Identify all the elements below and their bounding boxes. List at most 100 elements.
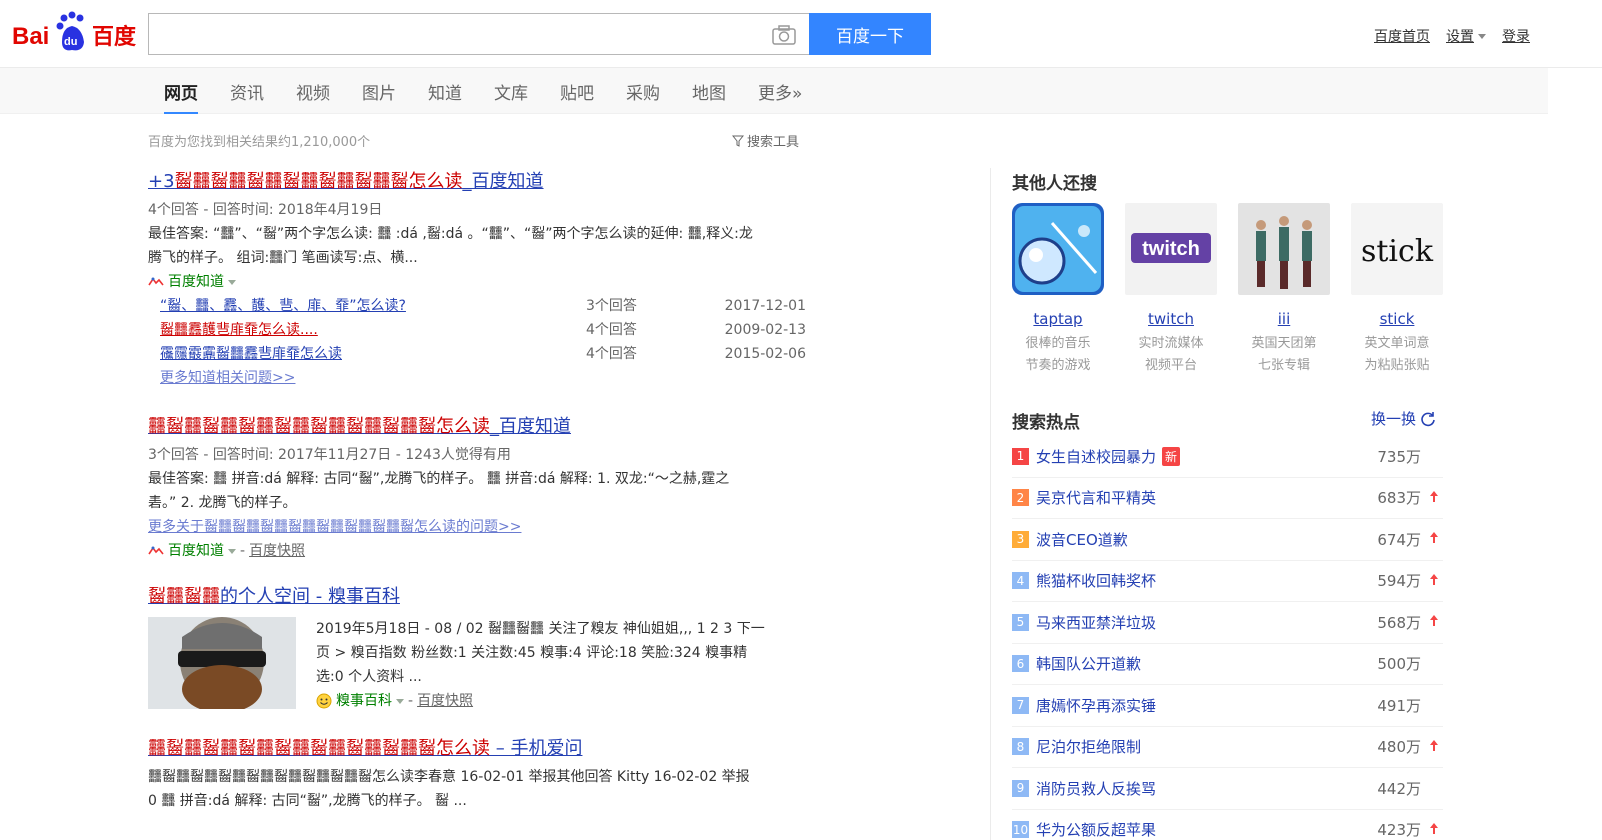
camera-icon[interactable] bbox=[772, 24, 796, 46]
result-title[interactable]: 䨻䶛䨻䶛䨻䶛䨻䶛䨻䶛䨻䶛䨻䶛䨻䶛怎么读_百度知道 bbox=[148, 415, 808, 439]
settings-label: 设置 bbox=[1446, 29, 1474, 45]
svg-text:Bai: Bai bbox=[12, 23, 49, 50]
tab-more[interactable]: 更多» bbox=[742, 68, 818, 114]
tab-map[interactable]: 地图 bbox=[676, 68, 742, 114]
refresh-icon bbox=[1421, 411, 1435, 426]
hot-item[interactable]: 2 吴京代言和平精英 683万 bbox=[1012, 478, 1443, 519]
tab-tieba[interactable]: 贴吧 bbox=[544, 68, 610, 114]
list-item: “䶛、䨻、䨺、䨼、䨽、䨾、䨿”怎么读? 3个回答 2017-12-01 bbox=[148, 294, 808, 318]
filter-icon bbox=[732, 135, 744, 147]
tab-bar: 网页 资讯 视频 图片 知道 文库 贴吧 采购 地图 更多» bbox=[0, 68, 1548, 114]
hot-item[interactable]: 5 马来西亚禁洋垃圾 568万 bbox=[1012, 602, 1443, 644]
sub-question-link[interactable]: “䶛、䨻、䨺、䨼、䨽、䨾、䨿”怎么读? bbox=[160, 294, 586, 318]
home-link[interactable]: 百度首页 bbox=[1374, 26, 1430, 46]
result-abstract: 最佳答案: 䨻 拼音:dá 解释: 古同“䶛”,龙腾飞的样子。 䨻 拼音:dá … bbox=[148, 471, 730, 511]
tab-purchase[interactable]: 采购 bbox=[610, 68, 676, 114]
search-tools-button[interactable]: 搜索工具 bbox=[732, 131, 799, 150]
hot-item-label[interactable]: 马来西亚禁洋垃圾 bbox=[1036, 612, 1156, 633]
rank-badge: 8 bbox=[1012, 738, 1029, 756]
source-link[interactable]: 糗事百科 bbox=[336, 689, 392, 713]
settings-link[interactable]: 设置 bbox=[1446, 26, 1486, 46]
rank-badge: 1 bbox=[1012, 447, 1029, 465]
rank-badge: 7 bbox=[1012, 696, 1029, 714]
chevron-down-icon bbox=[228, 279, 236, 285]
login-link[interactable]: 登录 bbox=[1502, 26, 1530, 46]
baidu-logo[interactable]: Bai du 百度 bbox=[12, 10, 138, 54]
tab-news[interactable]: 资讯 bbox=[214, 68, 280, 114]
tab-video[interactable]: 视频 bbox=[280, 68, 346, 114]
source-link[interactable]: 百度知道 bbox=[168, 539, 224, 563]
hot-item-label[interactable]: 女生自述校园暴力 bbox=[1036, 446, 1156, 467]
tab-images[interactable]: 图片 bbox=[346, 68, 412, 114]
new-badge: 新 bbox=[1162, 446, 1181, 466]
hot-item-label[interactable]: 唐嫣怀孕再添实锤 bbox=[1036, 695, 1156, 716]
sub-question-link[interactable]: 䶛䨻䨺䨼䨽䨾䨿怎么读.... bbox=[160, 318, 586, 342]
chevron-down-icon bbox=[1478, 33, 1486, 39]
search-input[interactable] bbox=[157, 20, 757, 48]
up-arrow-icon bbox=[1430, 532, 1438, 543]
result-title[interactable]: 䶛䨻䶛䨻的个人空间 - 糗事百科 bbox=[148, 585, 808, 609]
hot-item-count: 674万 bbox=[1377, 530, 1421, 549]
album-cover bbox=[1238, 203, 1330, 295]
rank-badge: 10 bbox=[1012, 821, 1029, 839]
result-abstract: 2019年5月18日 - 08 / 02 䶛䨻䶛䨻 关注了糗友 神仙姐姐,,, … bbox=[316, 621, 765, 685]
search-result: 䶛䨻䶛䨻的个人空间 - 糗事百科 2019年5月18日 - 08 / 02 䶛䨻… bbox=[148, 585, 808, 713]
snapshot-link[interactable]: 百度快照 bbox=[417, 689, 473, 713]
tab-wenku[interactable]: 文库 bbox=[478, 68, 544, 114]
result-abstract: 䨻䶛䨻䶛䨻䶛䨻䶛䨻䶛䨻䶛䨻䶛䨻䶛怎么读李春意 16-02-01 举报其他回答 K… bbox=[148, 769, 750, 809]
tab-web[interactable]: 网页 bbox=[148, 68, 214, 114]
hot-item-label[interactable]: 消防员救人反挨骂 bbox=[1036, 778, 1156, 799]
hot-item-label[interactable]: 华为公额反超苹果 bbox=[1036, 819, 1156, 840]
hot-item-label[interactable]: 韩国队公开道歉 bbox=[1036, 653, 1141, 674]
more-questions-link[interactable]: 更多知道相关问题>> bbox=[148, 366, 808, 390]
related-item-taptap[interactable]: taptap 很棒的音乐 节奏的游戏 bbox=[1012, 203, 1104, 377]
qiushi-icon bbox=[316, 693, 332, 709]
chevron-down-icon bbox=[228, 548, 236, 554]
hot-item[interactable]: 10 华为公额反超苹果 423万 bbox=[1012, 810, 1443, 840]
search-box bbox=[148, 13, 810, 55]
divider bbox=[990, 168, 991, 840]
twitch-logo: twitch bbox=[1125, 203, 1217, 295]
related-item-stick[interactable]: stick stick 英文单词意 为粘贴张贴 bbox=[1351, 203, 1443, 377]
result-source[interactable]: 百度知道 bbox=[148, 270, 808, 294]
hot-item-label[interactable]: 熊猫杯收回韩奖杯 bbox=[1036, 570, 1156, 591]
hot-item-label[interactable]: 尼泊尔拒绝限制 bbox=[1036, 736, 1141, 757]
hot-item-count: 594万 bbox=[1377, 572, 1421, 591]
svg-text:du: du bbox=[64, 36, 77, 48]
rank-badge: 5 bbox=[1012, 613, 1029, 631]
hot-item[interactable]: 7 唐嫣怀孕再添实锤 491万 bbox=[1012, 685, 1443, 727]
related-title: 其他人还搜 bbox=[1012, 174, 1097, 194]
stick-word: stick bbox=[1351, 203, 1443, 295]
search-button[interactable]: 百度一下 bbox=[809, 13, 931, 55]
result-title[interactable]: +3䶛䨻䶛䨻䶛䨻䶛䨻䶛䨻䶛䨻䶛怎么读_百度知道 bbox=[148, 170, 808, 194]
hot-item[interactable]: 6 韩国队公开道歉 500万 bbox=[1012, 644, 1443, 685]
hot-item[interactable]: 3 波音CEO道歉 674万 bbox=[1012, 519, 1443, 561]
sub-question-link[interactable]: 䨹䨸䨷䨶䶛䨻䨺䨽䨾䨿怎么读 bbox=[160, 342, 586, 366]
game-ball-icon bbox=[1012, 203, 1104, 295]
more-questions-link[interactable]: 更多关于䶛䨻䶛䨻䶛䨻䶛䨻䶛䨻䶛䨻䶛䨻䶛怎么读的问题>> bbox=[148, 515, 808, 539]
hot-list: 1 女生自述校园暴力新 735万 2 吴京代言和平精英 683万 3 波音CEO道歉 674万 4… bbox=[1012, 436, 1443, 840]
up-arrow-icon bbox=[1430, 739, 1438, 751]
hot-item-label[interactable]: 波音CEO道歉 bbox=[1036, 529, 1128, 550]
zhidao-icon bbox=[148, 277, 164, 286]
svg-text:百度: 百度 bbox=[92, 24, 137, 50]
related-item-twitch[interactable]: twitch twitch 实时流媒体 视频平台 bbox=[1125, 203, 1217, 377]
hot-item-count: 442万 bbox=[1377, 779, 1421, 798]
hot-item[interactable]: 9 消防员救人反挨骂 442万 bbox=[1012, 768, 1443, 810]
hot-item[interactable]: 4 熊猫杯收回韩奖杯 594万 bbox=[1012, 561, 1443, 602]
result-meta: 4个回答 - 回答时间: 2018年4月19日 bbox=[148, 202, 383, 218]
top-links: 百度首页 设置 登录 bbox=[1374, 26, 1530, 46]
search-result: +3䶛䨻䶛䨻䶛䨻䶛䨻䶛䨻䶛䨻䶛怎么读_百度知道 4个回答 - 回答时间: 201… bbox=[148, 170, 808, 390]
refresh-button[interactable]: 换一换 bbox=[1371, 408, 1436, 429]
up-arrow-icon bbox=[1430, 615, 1438, 626]
snapshot-link[interactable]: 百度快照 bbox=[249, 539, 305, 563]
hot-item[interactable]: 1 女生自述校园暴力新 735万 bbox=[1012, 436, 1443, 478]
search-result: 䨻䶛䨻䶛䨻䶛䨻䶛䨻䶛䨻䶛䨻䶛䨻䶛怎么读_百度知道 3个回答 - 回答时间: 20… bbox=[148, 415, 808, 563]
hot-item-label[interactable]: 吴京代言和平精英 bbox=[1036, 487, 1156, 508]
related-item-iii[interactable]: iii 英国天团第 七张专辑 bbox=[1238, 203, 1330, 377]
result-meta: 3个回答 - 回答时间: 2017年11月27日 - 1243人觉得有用 bbox=[148, 447, 511, 463]
result-thumbnail[interactable] bbox=[148, 617, 296, 709]
hot-item[interactable]: 8 尼泊尔拒绝限制 480万 bbox=[1012, 727, 1443, 768]
result-title[interactable]: 䨻䶛䨻䶛䨻䶛䨻䶛䨻䶛䨻䶛䨻䶛䨻䶛怎么读 – 手机爱问 bbox=[148, 737, 808, 761]
tab-zhidao[interactable]: 知道 bbox=[412, 68, 478, 114]
